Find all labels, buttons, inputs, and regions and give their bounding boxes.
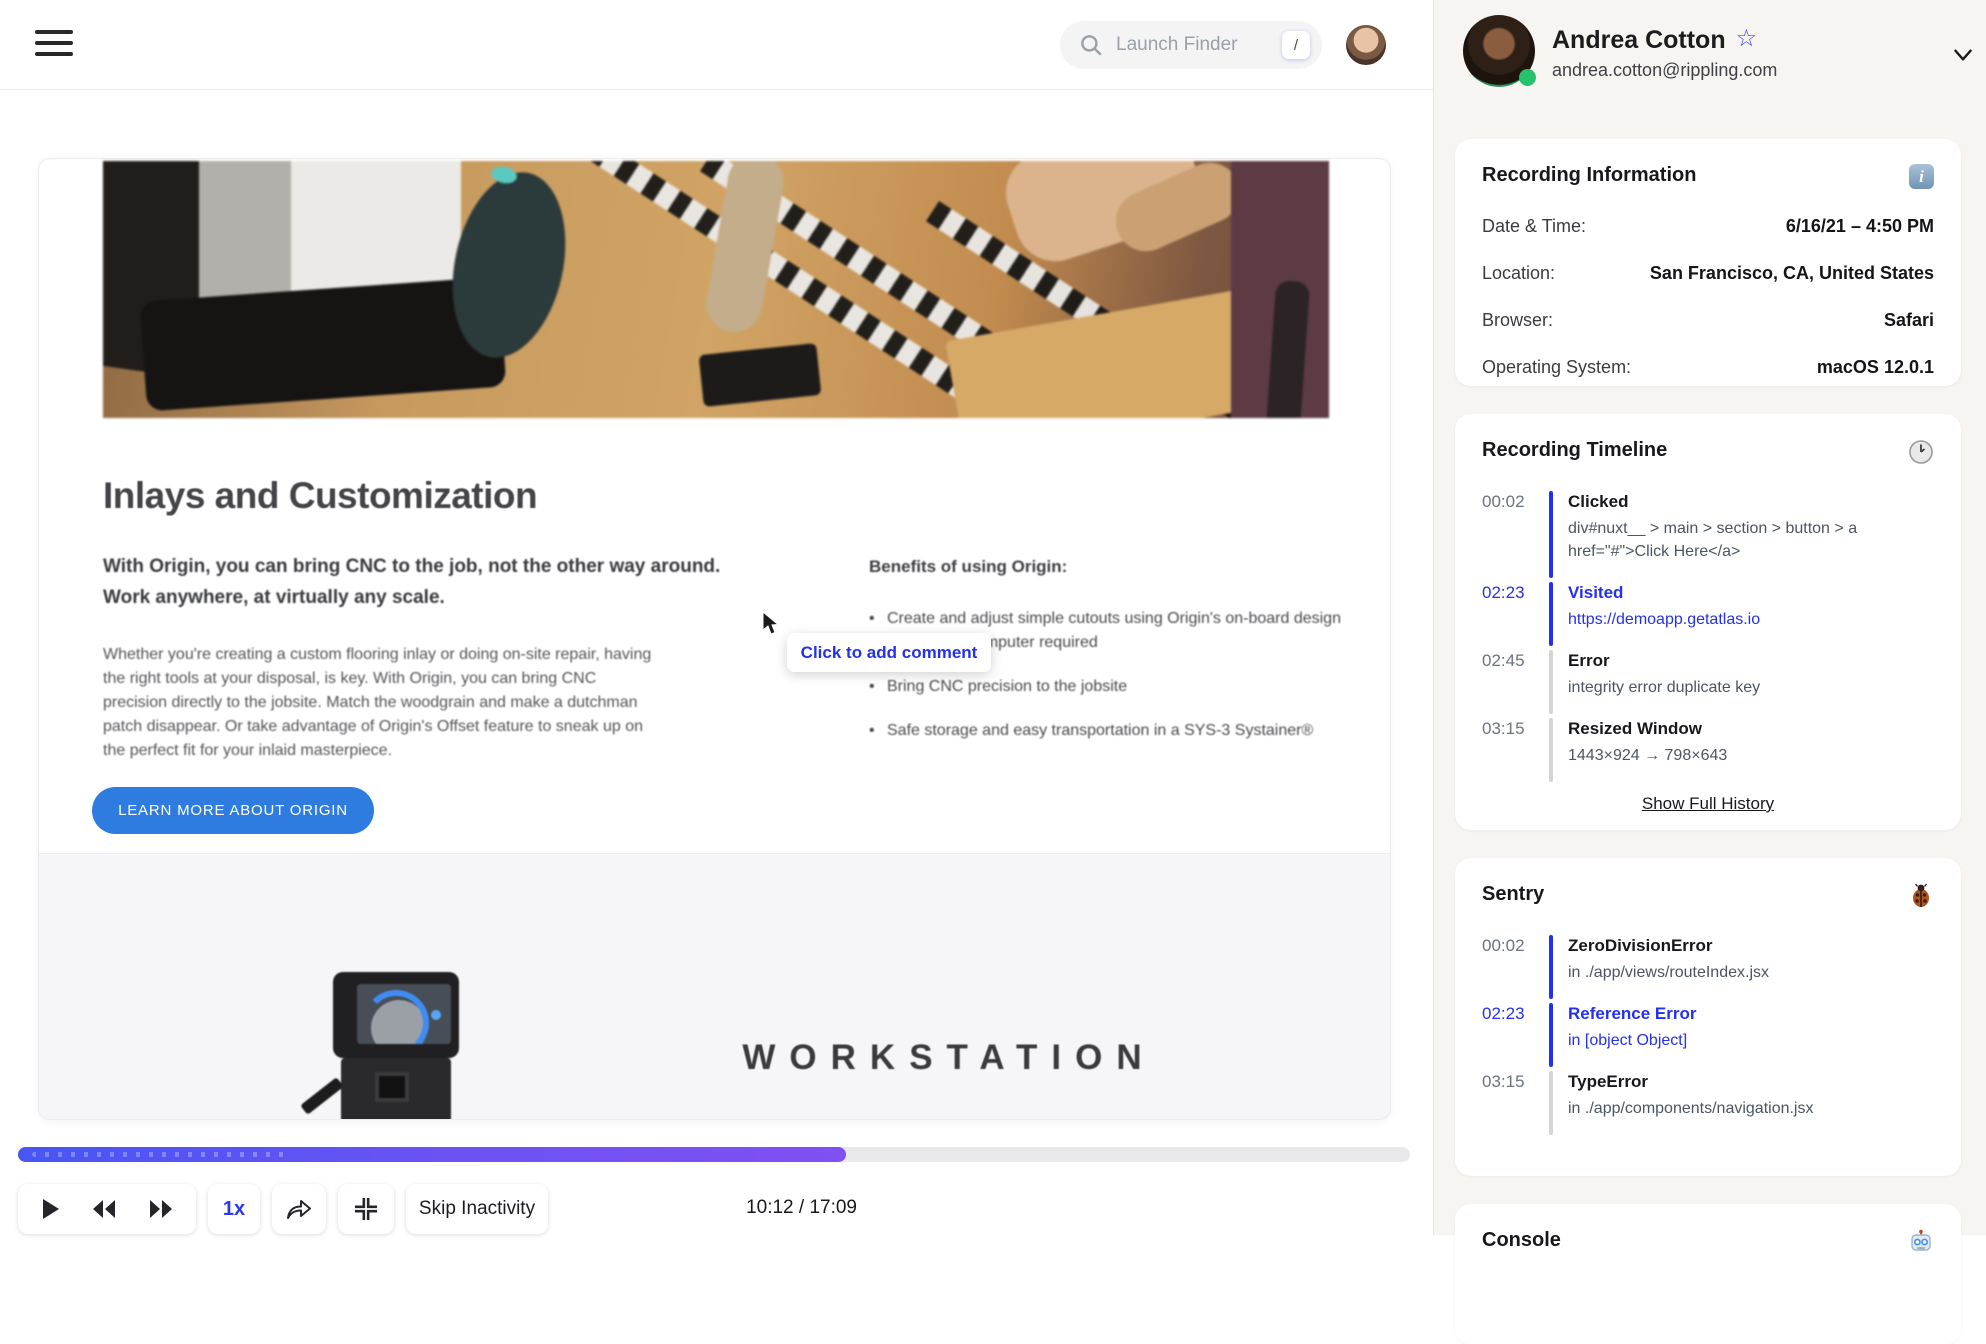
replay-viewport: Inlays and Customization With Origin, yo… [38,158,1391,1120]
card-title: Sentry [1482,883,1545,905]
recorded-user-email: andrea.cotton@rippling.com [1552,60,1778,80]
info-icon: i [1909,164,1934,189]
benefits-title: Benefits of using Origin: [869,557,1068,576]
clock-icon [1909,440,1933,464]
timeline-event[interactable]: 00:02 Clicked div#nuxt__ > main > sectio… [1482,491,1934,582]
timeline-event[interactable]: 02:45 Error integrity error duplicate ke… [1482,650,1934,718]
timeline-event[interactable]: 03:15 Resized Window 1443×924 → 798×643 [1482,718,1934,786]
bug-icon [1913,883,1929,907]
share-arrow-icon [287,1200,311,1219]
timeline-bar [1549,491,1553,578]
play-button[interactable] [40,1198,60,1220]
details-sidebar: Andrea Cotton ☆ andrea.cotton@rippling.co… [1433,0,1986,1344]
recorded-user-avatar [1463,15,1536,87]
sentry-card: Sentry 00:02 ZeroDivisionError in ./app/… [1455,858,1961,1176]
search-icon [1081,35,1102,56]
timeline-bar [1549,1003,1553,1067]
recorded-page-lower-section: WORKSTATION [39,853,1390,1119]
benefit-item: Bring CNC precision to the jobsite [869,675,1349,699]
playback-time-display: 10:12 / 17:09 [746,1197,857,1218]
timeline-event[interactable]: 02:23 Visited https://demoapp.getatlas.i… [1482,582,1934,650]
fast-forward-button[interactable] [148,1199,174,1219]
playback-progress-bar[interactable] [18,1147,1410,1162]
visited-url-link[interactable]: https://demoapp.getatlas.io [1568,608,1934,631]
recorded-cursor-icon [762,611,780,635]
recording-information-card: Recording Information i Date & Time: 6/1… [1455,139,1961,386]
info-row: Location: San Francisco, CA, United Stat… [1482,263,1934,283]
recording-timeline-card: Recording Timeline 00:02 Clicked div#nux… [1455,414,1961,830]
add-comment-tooltip[interactable]: Click to add comment [787,633,991,672]
recorded-user-name: Andrea Cotton ☆ [1552,24,1758,54]
progress-activity-dots [32,1152,292,1157]
card-title: Recording Timeline [1482,439,1668,461]
collapse-corners-icon [354,1197,378,1221]
timeline-bar [1549,935,1553,999]
skip-inactivity-button[interactable]: Skip Inactivity [406,1184,548,1234]
card-title: Recording Information [1482,164,1697,186]
playback-speed-button[interactable]: 1x [208,1184,260,1234]
collapse-player-button[interactable] [338,1184,394,1234]
workstation-wordmark: WORKSTATION [742,1038,1156,1077]
hamburger-menu-icon[interactable] [35,30,73,60]
search-placeholder: Launch Finder [1116,34,1238,55]
info-row: Date & Time: 6/16/21 – 4:50 PM [1482,216,1934,236]
share-button[interactable] [272,1184,326,1234]
chevron-down-icon[interactable] [1950,42,1976,68]
rewind-button[interactable] [91,1199,117,1219]
timeline-bar [1549,650,1553,714]
current-user-avatar[interactable] [1346,25,1386,65]
search-input[interactable]: Launch Finder / [1060,21,1322,69]
timeline-bar [1549,582,1553,646]
timeline-bar [1549,718,1553,782]
show-full-history-link[interactable]: Show Full History [1482,794,1934,814]
slash-shortcut-key: / [1282,31,1310,59]
info-row: Browser: Safari [1482,310,1934,330]
online-status-dot [1519,69,1536,86]
card-title: Console [1482,1229,1561,1251]
replay-url-row: https://app.getatlas.io/auth/login?next=… [0,91,1433,226]
recorded-page-paragraph: Whether you're creating a custom floorin… [103,646,652,759]
favorite-star-icon[interactable]: ☆ [1736,24,1758,52]
info-row: Operating System: macOS 12.0.1 [1482,357,1934,377]
robot-icon [1911,1229,1931,1251]
recorded-page-intro: With Origin, you can bring CNC to the jo… [103,556,721,608]
playback-progress-fill [18,1147,847,1162]
recorded-page-hero-image [103,161,1329,418]
timeline-bar [1549,1071,1553,1135]
workstation-device-image [300,972,475,1119]
sentry-event[interactable]: 00:02 ZeroDivisionError in ./app/views/r… [1482,935,1934,1003]
replay-pane: Launch Finder / https://app.getatlas.io/… [0,0,1433,1235]
top-bar: Launch Finder / [0,0,1433,90]
sentry-event[interactable]: 03:15 TypeError in ./app/components/navi… [1482,1071,1934,1139]
sentry-event[interactable]: 02:23 Reference Error in [object Object] [1482,1003,1934,1071]
benefit-item: Safe storage and easy transportation in … [869,719,1349,743]
transport-controls [18,1184,196,1234]
benefits-list: Create and adjust simple cutouts using O… [869,607,1349,763]
learn-more-button[interactable]: LEARN MORE ABOUT ORIGIN [92,787,374,834]
recorded-page-heading: Inlays and Customization [103,475,538,516]
console-card: Console [1455,1204,1961,1344]
